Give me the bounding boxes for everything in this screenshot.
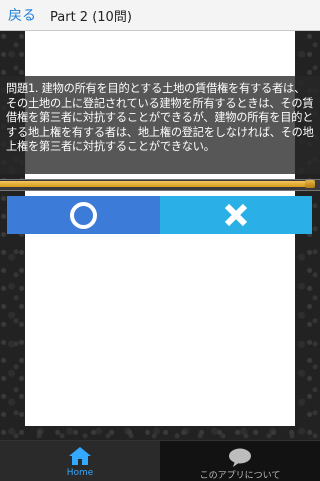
top-bar: 戻る Part 2 (10問) — [0, 0, 320, 31]
speech-bubble-icon — [229, 448, 251, 467]
nav-about-label: このアプリについて — [199, 471, 281, 481]
question-text: 問題1. 建物の所有を目的とする土地の賃借権を有する者は、その土地の上に登記され… — [6, 82, 314, 154]
back-button[interactable]: 戻る — [8, 5, 36, 25]
nav-home-label: Home — [66, 468, 94, 478]
maru-button[interactable] — [7, 196, 160, 234]
progress-handle — [305, 180, 315, 188]
circle-icon — [70, 201, 97, 229]
progress-fill — [0, 181, 310, 187]
nav-home-tab[interactable]: Home — [0, 441, 160, 481]
bottom-nav: Home このアプリについて — [0, 440, 320, 481]
page-title: Part 2 (10問) — [50, 9, 132, 25]
cross-icon — [224, 203, 248, 227]
home-icon — [69, 447, 91, 465]
batsu-button[interactable] — [160, 196, 312, 234]
